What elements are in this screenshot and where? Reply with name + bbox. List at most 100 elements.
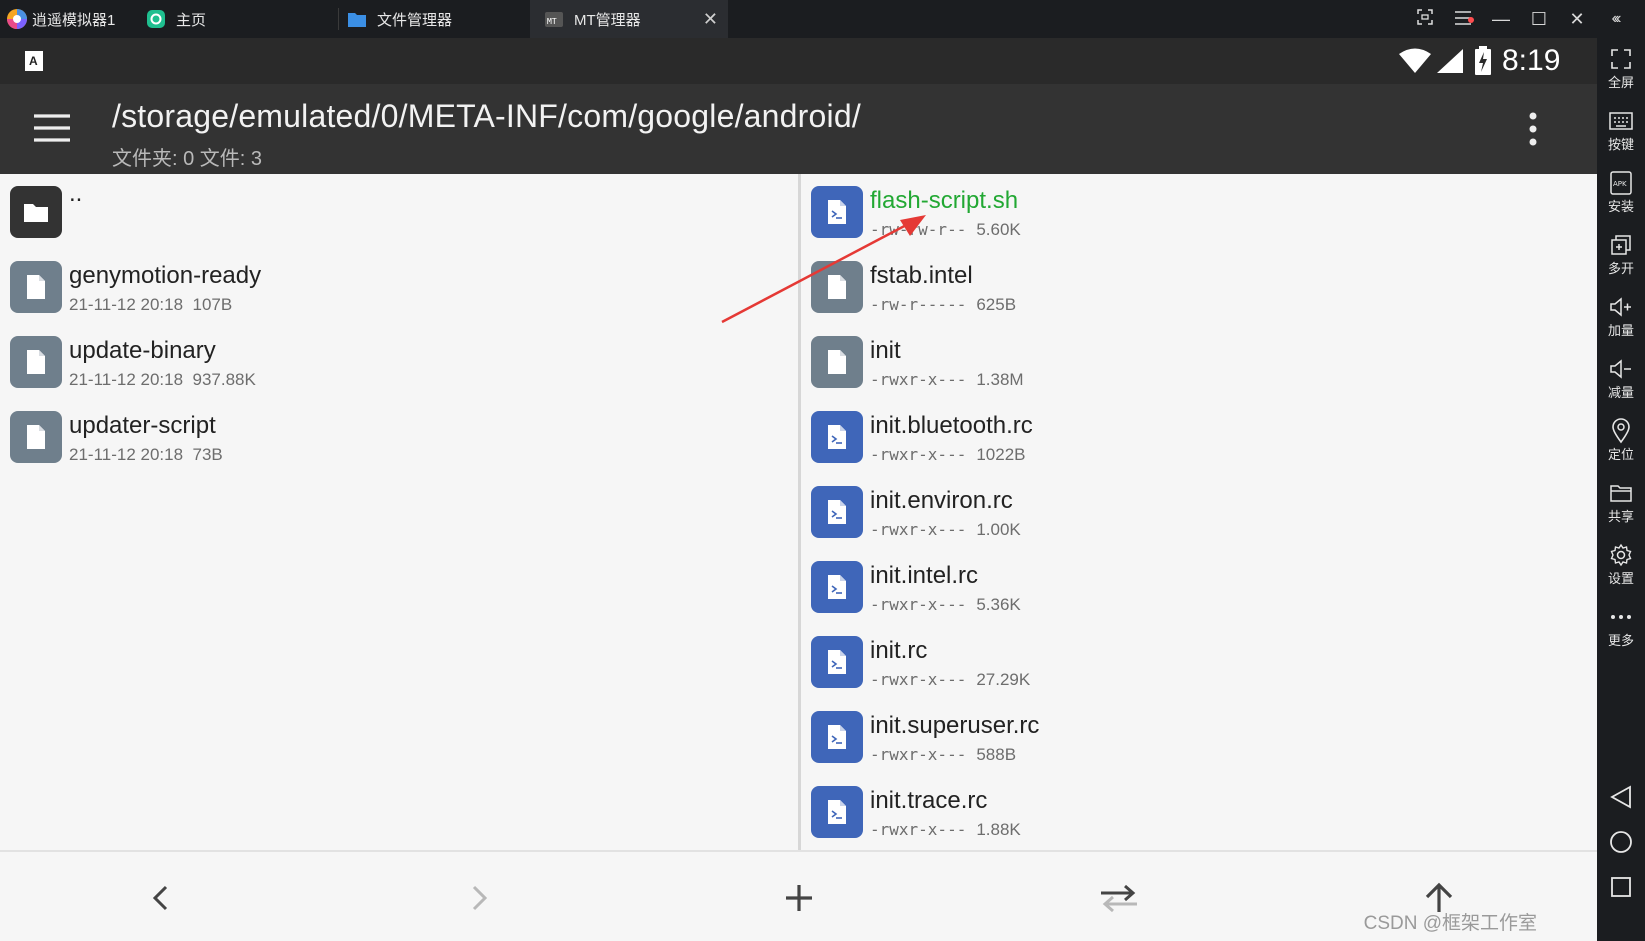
file-permissions: -rwxr-x--- xyxy=(870,820,967,839)
tab-mt-manager[interactable]: MT MT管理器 ✕ xyxy=(530,0,728,38)
file-name: init.intel.rc xyxy=(870,562,979,589)
folder-file-count: 文件夹: 0 文件: 3 xyxy=(112,148,263,170)
collapse-sidebar-icon[interactable]: ‹‹‹ xyxy=(1596,10,1634,28)
file-date: 21-11-12 20:18 xyxy=(69,295,184,314)
wifi-icon xyxy=(1399,48,1431,73)
file-name: update-binary xyxy=(69,337,216,364)
chevron-left-icon xyxy=(152,885,168,911)
tab-home[interactable]: 主页 xyxy=(146,0,206,38)
sidebar-item-multi-instance[interactable]: 多开 xyxy=(1597,232,1645,277)
file-row[interactable]: fstab.intel -rw-r----- 625B xyxy=(801,249,1597,324)
app-toolbar: /storage/emulated/0/META-INF/com/google/… xyxy=(0,84,1597,174)
close-tab-icon[interactable]: ✕ xyxy=(703,9,718,30)
sidebar-item-label: 安装 xyxy=(1607,199,1634,214)
file-permissions: -rw-rw-r-- xyxy=(870,220,967,239)
sidebar-item-label: 加量 xyxy=(1607,323,1634,338)
file-row[interactable]: init.intel.rc -rwxr-x--- 5.36K xyxy=(801,549,1597,624)
tab-file-manager[interactable]: 文件管理器 xyxy=(338,8,452,30)
volume-down-icon xyxy=(1597,356,1645,382)
file-permissions: -rwxr-x--- xyxy=(870,595,967,614)
svg-text:MT: MT xyxy=(547,17,557,26)
tab-emulator-label: 逍遥模拟器1 xyxy=(32,11,116,29)
sidebar-item-more[interactable]: 更多 xyxy=(1597,604,1645,649)
nav-home-icon xyxy=(1610,831,1632,853)
file-row[interactable]: init.bluetooth.rc -rwxr-x--- 1022B xyxy=(801,399,1597,474)
keyboard-icon xyxy=(1597,108,1645,134)
multi-instance-icon xyxy=(1597,232,1645,258)
chevron-right-icon xyxy=(472,885,488,911)
file-size: 1.38M xyxy=(976,370,1024,389)
script-file-icon xyxy=(811,411,863,463)
android-home-button[interactable] xyxy=(1597,824,1645,860)
more-icon xyxy=(1597,604,1645,630)
file-size: 5.36K xyxy=(976,595,1021,614)
sidebar-item-volume-down[interactable]: 减量 xyxy=(1597,356,1645,401)
tab-emulator[interactable]: 逍遥模拟器1 xyxy=(6,0,115,38)
overflow-menu-icon[interactable] xyxy=(1528,112,1538,146)
file-permissions: -rwxr-x--- xyxy=(870,445,967,464)
sidebar-item-location[interactable]: 定位 xyxy=(1597,418,1645,463)
file-row[interactable]: updater-script 21-11-12 20:18 73B xyxy=(0,399,798,474)
file-meta: -rwxr-x--- 27.29K xyxy=(870,670,1030,690)
file-size: 27.29K xyxy=(976,670,1031,689)
file-icon xyxy=(10,411,62,463)
maximize-icon[interactable]: ☐ xyxy=(1520,9,1558,30)
file-name: init.rc xyxy=(870,637,928,664)
svg-text:APK: APK xyxy=(1613,180,1627,188)
file-row[interactable]: init.superuser.rc -rwxr-x--- 588B xyxy=(801,699,1597,774)
file-row[interactable]: update-binary 21-11-12 20:18 937.88K xyxy=(0,324,798,399)
location-icon xyxy=(1597,418,1645,444)
file-row[interactable]: init -rwxr-x--- 1.38M xyxy=(801,324,1597,399)
sidebar-item-label: 设置 xyxy=(1607,571,1634,586)
file-row[interactable]: flash-script.sh -rw-rw-r-- 5.60K xyxy=(801,174,1597,249)
back-button[interactable] xyxy=(138,876,182,920)
file-meta: -rwxr-x--- 1.88K xyxy=(870,820,1021,840)
sidebar-item-settings[interactable]: 设置 xyxy=(1597,542,1645,587)
script-file-icon xyxy=(811,786,863,838)
sidebar-item-apk-install[interactable]: APK 安装 xyxy=(1597,170,1645,215)
file-size: 1.00K xyxy=(976,520,1021,539)
file-name: init.superuser.rc xyxy=(870,712,1040,739)
android-back-button[interactable] xyxy=(1597,779,1645,815)
file-name: init.environ.rc xyxy=(870,487,1013,514)
sidebar-item-label: 按键 xyxy=(1607,137,1634,152)
file-row[interactable]: genymotion-ready 21-11-12 20:18 107B xyxy=(0,249,798,324)
file-name: init.trace.rc xyxy=(870,787,988,814)
hamburger-menu-icon[interactable] xyxy=(34,114,70,142)
screenshot-icon[interactable] xyxy=(1406,8,1444,30)
sidebar-item-shared-folder[interactable]: 共享 xyxy=(1597,480,1645,525)
bottom-action-bar: CSDN @框架工作室 xyxy=(0,850,1597,941)
file-size: 1022B xyxy=(976,445,1026,464)
svg-text:A: A xyxy=(29,54,38,68)
left-file-pane: .. genymotion-ready 21-11-12 20:18 107B up… xyxy=(0,174,798,850)
sidebar-item-volume-up[interactable]: 加量 xyxy=(1597,294,1645,339)
sidebar-item-fullscreen[interactable]: 全屏 xyxy=(1597,46,1645,91)
close-window-icon[interactable]: ✕ xyxy=(1558,9,1596,30)
new-item-button[interactable] xyxy=(777,876,821,920)
sidebar-item-keyboard[interactable]: 按键 xyxy=(1597,108,1645,153)
menu-icon[interactable] xyxy=(1444,9,1482,30)
minimize-icon[interactable]: — xyxy=(1482,9,1520,30)
forward-button[interactable] xyxy=(458,876,502,920)
file-name: fstab.intel xyxy=(870,262,973,289)
file-name: genymotion-ready xyxy=(69,262,262,289)
script-file-icon xyxy=(811,636,863,688)
swap-panes-button[interactable] xyxy=(1097,876,1141,920)
cell-signal-icon xyxy=(1437,49,1463,73)
file-meta: -rwxr-x--- 1022B xyxy=(870,445,1026,465)
file-row[interactable]: init.trace.rc -rwxr-x--- 1.88K xyxy=(801,774,1597,849)
tab-home-label: 主页 xyxy=(176,11,207,29)
volume-up-icon xyxy=(1597,294,1645,320)
file-row[interactable]: init.environ.rc -rwxr-x--- 1.00K xyxy=(801,474,1597,549)
mt-app-icon: MT xyxy=(545,12,563,27)
file-name: updater-script xyxy=(69,412,216,439)
file-row[interactable]: init.rc -rwxr-x--- 27.29K xyxy=(801,624,1597,699)
file-meta: -rwxr-x--- 1.38M xyxy=(870,370,1024,390)
file-size: 937.88K xyxy=(192,370,256,389)
file-size: 588B xyxy=(976,745,1017,764)
file-icon xyxy=(10,261,62,313)
parent-directory-row[interactable]: .. xyxy=(0,174,798,249)
file-size: 5.60K xyxy=(976,220,1021,239)
android-recents-button[interactable] xyxy=(1597,869,1645,905)
android-status-bar: A 8:19 xyxy=(0,38,1597,84)
